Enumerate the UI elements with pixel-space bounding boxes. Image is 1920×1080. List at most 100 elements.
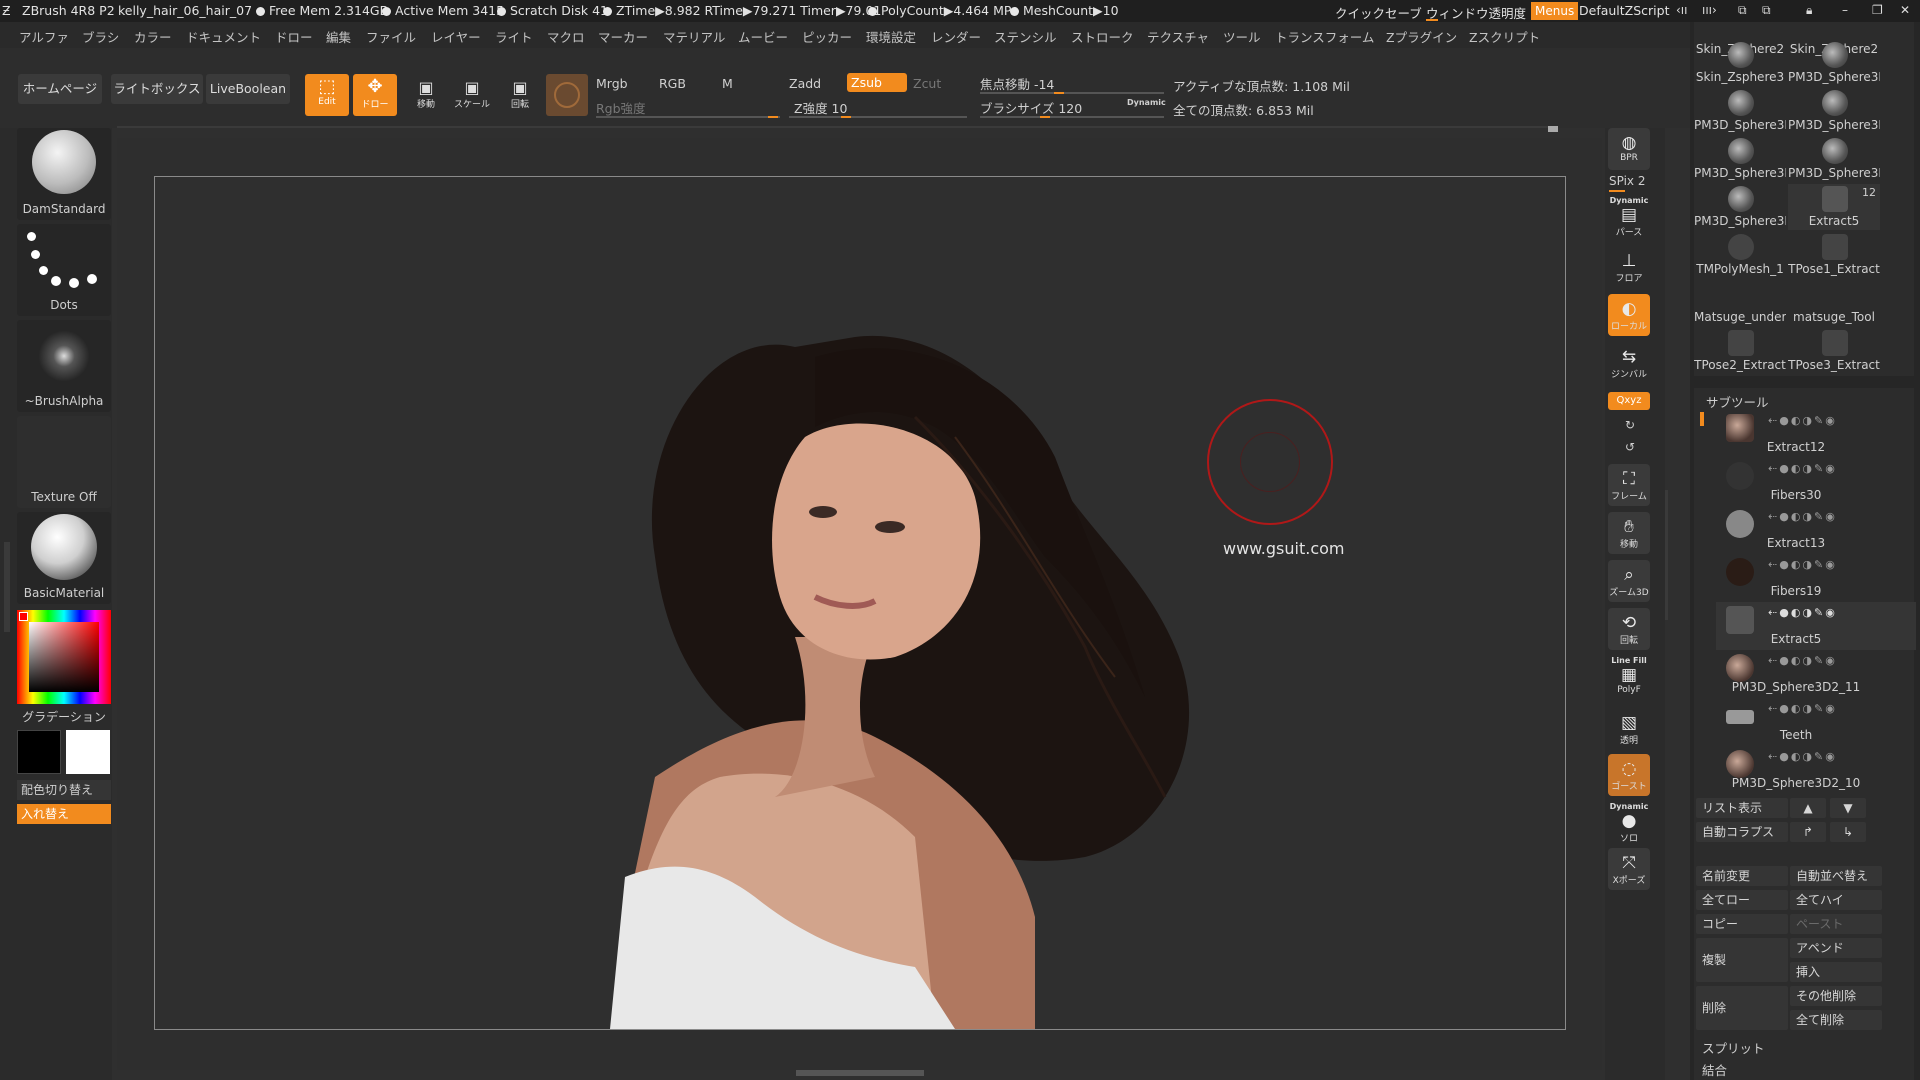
shelf-handle[interactable] <box>1548 126 1558 132</box>
material-sphere-button[interactable] <box>546 74 588 116</box>
transp-button[interactable]: ▧ 透明 <box>1608 708 1650 750</box>
tool-item[interactable]: Skin_Zsphere3 <box>1694 40 1786 86</box>
tool-item[interactable]: PM3D_Sphere3D <box>1694 88 1786 134</box>
xyz-toggle[interactable]: Qxyz <box>1608 392 1650 410</box>
bottom-tray-handle[interactable] <box>796 1070 924 1076</box>
arrow-down-turn-icon[interactable]: ↳ <box>1830 822 1866 842</box>
lightbox-button[interactable]: ライトボックス <box>111 74 203 104</box>
color-picker[interactable] <box>17 610 111 704</box>
menu-alpha[interactable]: アルファ <box>19 27 69 46</box>
z-intensity-slider[interactable]: Z強度 10 <box>794 98 847 117</box>
xpose-button[interactable]: ⤧ Xポーズ <box>1608 848 1650 890</box>
m-toggle[interactable]: M <box>722 76 733 91</box>
menu-macro[interactable]: マクロ <box>547 27 585 46</box>
zcut-toggle[interactable]: Zcut <box>913 76 941 91</box>
dynamic-toggle[interactable]: Dynamic <box>1127 98 1166 107</box>
subtool-row[interactable]: ⇠●◐◑✎◉ PM3D_Sphere3D2_11 <box>1716 650 1916 698</box>
ghost-button[interactable]: ◌ ゴースト <box>1608 754 1650 796</box>
list-view-button[interactable]: リスト表示 <box>1696 798 1788 818</box>
menu-transform[interactable]: トランスフォーム <box>1275 27 1374 46</box>
material-tile[interactable]: BasicMaterial <box>17 512 111 604</box>
subtool-row[interactable]: ⇠●◐◑✎◉ Teeth <box>1716 698 1916 746</box>
tool-item[interactable]: Matsuge_under_ <box>1694 280 1786 326</box>
menu-brush[interactable]: ブラシ <box>82 27 119 46</box>
menu-preferences[interactable]: 環境設定 <box>866 27 916 46</box>
menu-movie[interactable]: ムービー <box>738 27 788 46</box>
zoom-button[interactable]: ⌕ ズーム3D <box>1608 560 1650 602</box>
tool-item[interactable]: PM3D_Sphere3D <box>1788 88 1880 134</box>
menu-material[interactable]: マテリアル <box>663 27 725 46</box>
move-up-icon[interactable]: ▲ <box>1790 798 1826 818</box>
zadd-toggle[interactable]: Zadd <box>789 76 821 91</box>
paste-button[interactable]: ペースト <box>1790 914 1882 934</box>
duplicate-button[interactable]: 複製 <box>1696 938 1788 982</box>
all-low-button[interactable]: 全てロー <box>1696 890 1788 910</box>
mrgb-toggle[interactable]: Mrgb <box>596 76 628 91</box>
menu-zplugin[interactable]: Zプラグイン <box>1386 27 1457 46</box>
menu-color[interactable]: カラー <box>134 27 172 46</box>
close-icon[interactable]: ✕ <box>1900 3 1910 17</box>
tool-item[interactable]: matsuge_Tool <box>1788 280 1880 326</box>
subtool-row[interactable]: ⇠●◐◑✎◉ PM3D_Sphere3D2_10 <box>1716 746 1916 794</box>
tool-item[interactable]: PM3D_Sphere3D <box>1788 136 1880 182</box>
menu-render[interactable]: レンダー <box>931 27 981 46</box>
persp-button[interactable]: Dynamic ▤ パース <box>1608 196 1650 238</box>
scale-button[interactable]: ▣ スケール <box>450 74 494 116</box>
spix-slider[interactable]: SPix 2 <box>1609 174 1645 188</box>
floor-button[interactable]: ⊥ フロア <box>1608 246 1650 288</box>
tool-item[interactable]: PM3D_Sphere3D <box>1694 136 1786 182</box>
append-button[interactable]: アペンド <box>1790 938 1882 958</box>
subtool-title[interactable]: サブツール <box>1706 392 1769 411</box>
delete-other-button[interactable]: その他削除 <box>1790 986 1882 1006</box>
subtool-row-selected[interactable]: ⇠●◐◑✎◉ Extract5 <box>1716 602 1916 650</box>
subtool-controls-icon[interactable]: ⇠●◐◑✎◉ <box>1768 702 1837 715</box>
all-high-button[interactable]: 全てハイ <box>1790 890 1882 910</box>
tool-item[interactable]: PM3D_Sphere3D <box>1694 184 1786 230</box>
menu-edit[interactable]: 編集 <box>326 27 351 46</box>
tool-item[interactable]: PM3D_Sphere3D <box>1788 40 1880 86</box>
frame-button[interactable]: ⛶ フレーム <box>1608 464 1650 506</box>
subtool-controls-icon[interactable]: ⇠●◐◑✎◉ <box>1768 414 1837 427</box>
move-down-icon[interactable]: ▼ <box>1830 798 1866 818</box>
subtool-controls-icon[interactable]: ⇠●◐◑✎◉ <box>1768 750 1837 763</box>
subtool-controls-icon[interactable]: ⇠●◐◑✎◉ <box>1768 654 1837 667</box>
z-intensity-track[interactable] <box>789 116 967 118</box>
menu-stencil[interactable]: ステンシル <box>994 27 1057 46</box>
focal-shift-track[interactable] <box>980 92 1164 94</box>
brush-size-track[interactable] <box>980 116 1164 118</box>
merge-section[interactable]: 結合 <box>1702 1060 1727 1079</box>
color-square[interactable] <box>29 622 99 692</box>
menu-document[interactable]: ドキュメント <box>186 27 261 46</box>
subtool-controls-icon[interactable]: ⇠●◐◑✎◉ <box>1768 558 1837 571</box>
menu-tool[interactable]: ツール <box>1223 27 1261 46</box>
viewport-canvas[interactable]: www.gsuit.com <box>154 176 1566 1030</box>
subtool-row[interactable]: ⇠●◐◑✎◉ Extract12 <box>1716 410 1916 458</box>
default-zscript-button[interactable]: DefaultZScript <box>1579 3 1670 18</box>
move-view-button[interactable]: ✋︎ 移動 <box>1608 512 1650 554</box>
tool-item[interactable]: TPose2_Extract <box>1694 328 1786 374</box>
split-section[interactable]: スプリット <box>1702 1038 1765 1057</box>
left-tray-handle[interactable] <box>4 542 10 632</box>
arrow-turn-icon[interactable]: ↱ <box>1790 822 1826 842</box>
delete-button[interactable]: 削除 <box>1696 986 1788 1030</box>
window-transparency-slider[interactable]: ウィンドウ透明度 <box>1426 3 1526 22</box>
auto-collapse-button[interactable]: 自動コラプス <box>1696 822 1788 842</box>
rgb-intensity-track[interactable] <box>596 116 780 118</box>
menu-draw[interactable]: ドロー <box>275 27 313 46</box>
zsub-toggle[interactable]: Zsub <box>847 73 907 92</box>
menu-zscript[interactable]: Zスクリプト <box>1469 27 1540 46</box>
swap-color-button[interactable]: 入れ替え <box>17 804 111 824</box>
stroke-tile[interactable]: Dots <box>17 224 111 316</box>
gyro-button[interactable]: ⇆ ジンバル <box>1608 342 1650 384</box>
rotate-z-icon[interactable]: ↺ <box>1625 440 1635 454</box>
rgb-toggle[interactable]: RGB <box>659 76 686 91</box>
tool-item-selected[interactable]: Extract5 12 <box>1788 184 1880 230</box>
delete-all-button[interactable]: 全て削除 <box>1790 1010 1882 1030</box>
auto-reorder-button[interactable]: 自動並べ替え <box>1790 866 1882 886</box>
rotate-y-icon[interactable]: ↻ <box>1625 418 1635 432</box>
bpr-button[interactable]: ◍ BPR <box>1608 128 1650 170</box>
liveboolean-button[interactable]: LiveBoolean <box>206 74 290 104</box>
menu-light[interactable]: ライト <box>495 27 533 46</box>
menus-button[interactable]: Menus <box>1531 2 1579 20</box>
subtool-controls-icon[interactable]: ⇠●◐◑✎◉ <box>1768 606 1837 619</box>
